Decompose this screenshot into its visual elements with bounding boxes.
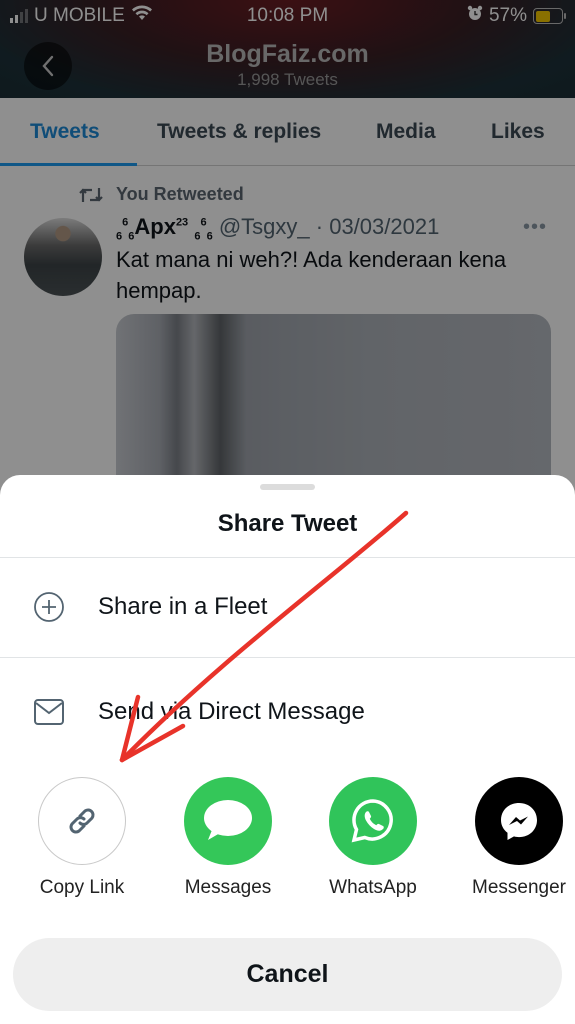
send-direct-message-option[interactable]: Send via Direct Message bbox=[0, 663, 575, 761]
link-icon bbox=[38, 777, 126, 865]
share-in-fleet-label: Share in a Fleet bbox=[98, 593, 268, 620]
share-in-fleet-option[interactable]: Share in a Fleet bbox=[0, 558, 575, 656]
cancel-button[interactable]: Cancel bbox=[13, 938, 562, 1011]
messages-label: Messages bbox=[184, 877, 272, 898]
whatsapp-icon bbox=[329, 777, 417, 865]
divider bbox=[0, 657, 575, 658]
share-targets-row: Copy Link Messages WhatsApp Messenger bbox=[0, 777, 575, 907]
envelope-icon bbox=[32, 695, 66, 729]
plus-circle-icon bbox=[32, 590, 66, 624]
whatsapp-label: WhatsApp bbox=[329, 877, 417, 898]
share-sheet: Share Tweet Share in a Fleet Send via Di… bbox=[0, 475, 575, 1024]
messages-share-button[interactable]: Messages bbox=[158, 777, 298, 899]
whatsapp-share-button[interactable]: WhatsApp bbox=[303, 777, 443, 899]
speech-bubble-icon bbox=[184, 777, 272, 865]
share-sheet-title: Share Tweet bbox=[217, 510, 358, 537]
send-direct-message-label: Send via Direct Message bbox=[98, 698, 365, 725]
sheet-grabber-handle[interactable] bbox=[260, 484, 315, 490]
copy-link-button[interactable]: Copy Link bbox=[12, 777, 152, 899]
messenger-icon bbox=[475, 777, 563, 865]
messenger-share-button[interactable]: Messenger bbox=[449, 777, 575, 899]
copy-link-label: Copy Link bbox=[39, 877, 125, 898]
messenger-label: Messenger bbox=[472, 877, 566, 898]
